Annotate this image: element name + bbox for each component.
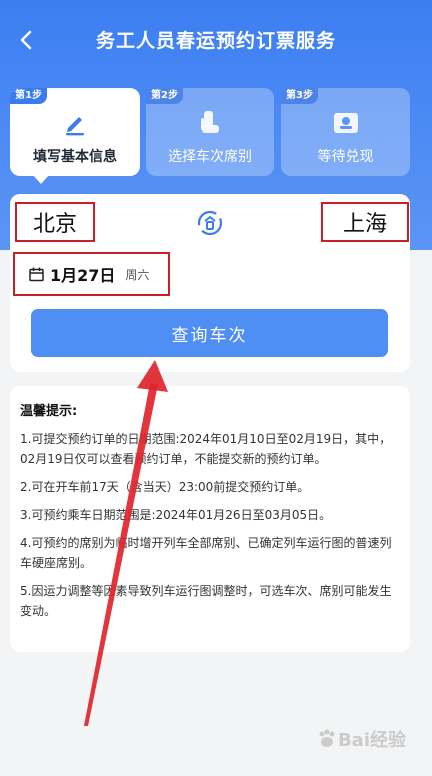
watermark: Bai经验 [316, 726, 406, 752]
pen-icon [66, 117, 84, 136]
tip-item: 4.可预约的席别为临时增开列车全部席别、已确定列车运行图的普速列车硬座席别。 [20, 536, 392, 570]
step-label: 填写基本信息 [33, 149, 117, 165]
from-city[interactable]: 北京 [15, 202, 95, 242]
back-chevron-icon [20, 30, 32, 50]
ticket-icon [333, 113, 358, 133]
page-title: 务工人员春运预约订票服务 [95, 29, 336, 52]
date-picker[interactable]: 1月27日 周六 [13, 252, 170, 296]
travel-date: 1月27日 [50, 266, 116, 285]
query-trains-button[interactable]: 查询车次 [31, 309, 388, 357]
active-step-pointer [32, 174, 50, 184]
watermark-text: Bai经验 [337, 730, 406, 751]
back-button[interactable] [14, 26, 38, 54]
travel-weekday: 周六 [125, 267, 150, 282]
baidu-paw-icon [319, 729, 335, 747]
tips-panel: 温馨提示: 1.可提交预约订单的日期范围:2024年01月10日至02月19日，… [10, 386, 410, 652]
step-tab-1[interactable]: 第1步 填写基本信息 [10, 88, 140, 176]
step-tag: 第3步 [281, 88, 318, 104]
tips-title: 温馨提示: [20, 404, 78, 419]
search-card: 北京 上海 1月27日 周六 查询车次 [10, 194, 410, 372]
step-label: 选择车次席别 [168, 149, 252, 165]
step-tab-3[interactable]: 第3步 等待兑现 [281, 88, 410, 176]
tip-item: 3.可预约乘车日期范围是:2024年01月26日至03月05日。 [20, 508, 332, 522]
step-tag: 第2步 [146, 88, 183, 104]
tip-item: 5.因运力调整等因素导致列车运行图调整时，可选车次、席别可能发生变动。 [20, 584, 392, 618]
seat-icon [201, 111, 219, 133]
app-header: 务工人员春运预约订票服务 [0, 0, 432, 80]
tip-item: 1.可提交预约订单的日期范围:2024年01月10日至02月19日，其中，02月… [20, 432, 392, 466]
step-label: 等待兑现 [317, 149, 374, 165]
step-tab-2[interactable]: 第2步 选择车次席别 [146, 88, 274, 176]
swap-icon[interactable] [195, 208, 225, 238]
calendar-icon [29, 267, 44, 281]
step-tag: 第1步 [10, 88, 47, 104]
tip-item: 2.可在开车前17天（含当天）23:00前提交预约订单。 [20, 480, 310, 494]
to-city[interactable]: 上海 [321, 202, 409, 242]
